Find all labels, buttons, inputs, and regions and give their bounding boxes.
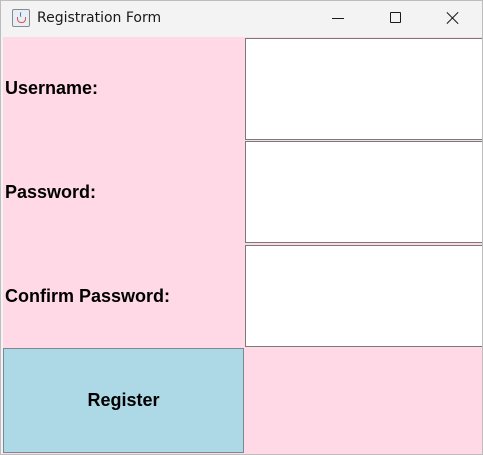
register-button[interactable]: Register: [3, 348, 244, 453]
confirm-password-field[interactable]: [245, 245, 482, 347]
minimize-button[interactable]: [309, 1, 367, 37]
java-cup-icon: [12, 9, 30, 27]
maximize-button[interactable]: [367, 1, 425, 37]
close-icon: [446, 11, 460, 25]
close-button[interactable]: [425, 1, 483, 37]
username-label: Username:: [5, 78, 99, 98]
password-field[interactable]: [245, 141, 482, 243]
minimize-icon: [332, 18, 344, 19]
form-panel: Username: Password: Confirm Password: Re…: [3, 37, 482, 454]
maximize-icon: [390, 12, 401, 23]
window-title: Registration Form: [37, 10, 162, 26]
title-bar[interactable]: Registration Form: [1, 1, 482, 37]
registration-window: Registration Form Username: Password: Co…: [0, 0, 483, 455]
password-label: Password:: [5, 182, 97, 202]
confirm-password-label: Confirm Password:: [5, 286, 171, 306]
username-field[interactable]: [245, 38, 482, 140]
